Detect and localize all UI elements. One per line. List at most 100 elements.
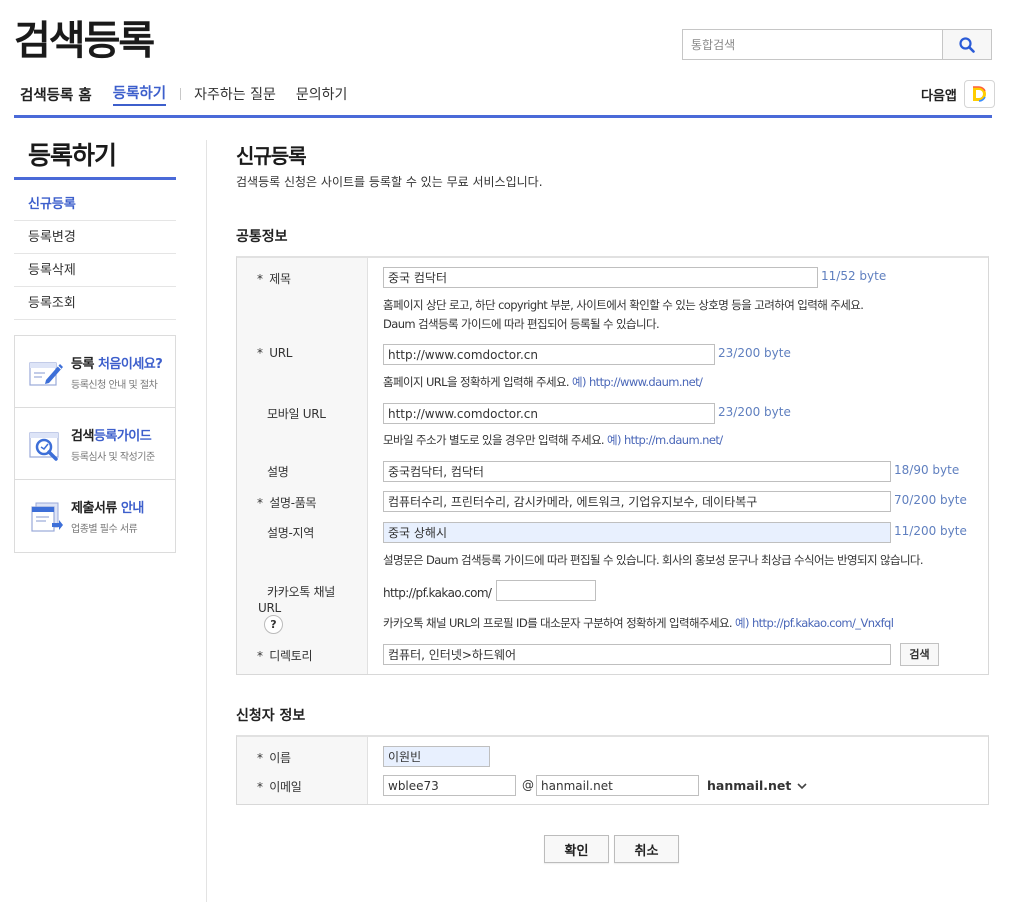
mobile-url-input[interactable] [383, 403, 715, 424]
kakao-help-button[interactable]: ? [264, 615, 283, 634]
description-region-label: 설명-지역 [267, 526, 314, 540]
mobile-url-help: 모바일 주소가 별도로 있을 경우만 입력해 주세요. 예) http://m.… [383, 433, 723, 447]
email-domain-select[interactable]: hanmail.net [707, 778, 808, 793]
directory-search-button[interactable]: 검색 [900, 643, 939, 666]
daum-app-icon [963, 80, 995, 108]
url-input[interactable] [383, 344, 715, 365]
directory-label: * 디렉토리 [257, 649, 313, 663]
common-info-form: * 제목 * URL 모바일 URL 설명 * 설명-품목 설명-지역 카카오톡… [236, 256, 989, 675]
kakao-example: 예) http://pf.kakao.com/_Vnxfql [731, 616, 894, 630]
email-domain-input[interactable] [536, 775, 699, 796]
guide-first-time[interactable]: 등록 처음이세요? 등록신청 안내 및 절차 [15, 336, 175, 408]
required-mark: * [257, 751, 263, 765]
search-icon [959, 36, 975, 53]
nav-faq-link[interactable]: 자주하는 질문 [194, 84, 276, 104]
nav-register-link[interactable]: 등록하기 [112, 82, 167, 106]
title-input[interactable] [383, 267, 818, 288]
mobile-url-example: 예) http://m.daum.net/ [604, 433, 723, 447]
sidebar-item-change[interactable]: 등록변경 [14, 221, 176, 254]
required-mark: * [257, 649, 263, 663]
pen-icon [29, 361, 63, 386]
guide-documents-sub: 업종별 필수 서류 [71, 524, 138, 535]
description-byte-count: 18/90 byte [894, 463, 960, 477]
magnifier-icon [29, 431, 59, 461]
url-example: 예) http://www.daum.net/ [569, 375, 703, 389]
guide-documents[interactable]: 제출서류 안내 업종별 필수 서류 [15, 480, 175, 552]
common-info-fields: 11/52 byte 홈페이지 상단 로고, 하단 copyright 부분, … [368, 258, 988, 674]
guide-documents-title-a: 제출서류 [71, 501, 121, 516]
daum-app-link[interactable]: 다음앱 [921, 80, 995, 108]
directory-input[interactable] [383, 644, 891, 665]
kakao-channel-input[interactable] [496, 580, 596, 601]
guide-register-guide-title-b: 등록가이드 [93, 428, 152, 444]
nav-divider [180, 88, 182, 100]
sidebar-item-new[interactable]: 신규등록 [14, 188, 176, 221]
header-divider [14, 115, 992, 118]
title-byte-count: 11/52 byte [821, 269, 887, 283]
guide-register-guide-title-a: 검색 [71, 428, 94, 444]
sidebar-title-underline [14, 177, 176, 180]
description-help: 설명문은 Daum 검색등록 가이드에 따라 편집될 수 있습니다. 회사의 홍… [383, 553, 924, 567]
description-region-byte-count: 11/200 byte [894, 524, 967, 538]
required-mark: * [257, 346, 263, 360]
form-buttons: 확인 취소 [544, 835, 679, 863]
description-label: 설명 [267, 465, 289, 479]
daum-app-label: 다음앱 [921, 88, 957, 104]
sidebar-item-delete[interactable]: 등록삭제 [14, 254, 176, 287]
sidebar-item-lookup[interactable]: 등록조회 [14, 287, 176, 320]
guide-documents-text: 제출서류 안내 업종별 필수 서류 [71, 497, 144, 535]
kakao-channel-label: 카카오톡 채널 [267, 585, 335, 599]
name-label: * 이름 [257, 751, 291, 765]
guide-box: 등록 처음이세요? 등록신청 안내 및 절차 검색등록가이드 등록심사 및 작성… [14, 335, 176, 553]
kakao-channel-label-url: URL [258, 601, 281, 615]
guide-first-time-title-a: 등록 [71, 356, 98, 372]
email-id-input[interactable] [383, 775, 516, 796]
kakao-help: 카카오톡 채널 URL의 프로필 ID를 대소문자 구분하여 정확하게 입력해주… [383, 616, 894, 630]
sidebar-title: 등록하기 [28, 141, 117, 170]
guide-first-time-sub: 등록신청 안내 및 절차 [71, 379, 158, 391]
required-mark: * [257, 780, 263, 794]
guide-first-time-text: 등록 처음이세요? 등록신청 안내 및 절차 [71, 353, 163, 391]
url-byte-count: 23/200 byte [718, 346, 791, 360]
page-title: 신규등록 [236, 144, 307, 168]
required-mark: * [257, 272, 263, 286]
guide-first-time-title-b: 처음이세요? [97, 356, 163, 372]
applicant-info-labels: * 이름 * 이메일 [237, 737, 368, 804]
confirm-button[interactable]: 확인 [544, 835, 609, 863]
search-button[interactable] [942, 30, 991, 59]
mobile-url-byte-count: 23/200 byte [718, 405, 791, 419]
guide-register-guide[interactable]: 검색등록가이드 등록심사 및 작성기준 [15, 408, 175, 480]
title-label: * 제목 [257, 272, 291, 286]
title-help-2: Daum 검색등록 가이드에 따라 편집되어 등록될 수 있습니다. [383, 317, 660, 331]
top-nav: 검색등록 홈 등록하기 자주하는 질문 문의하기 [20, 82, 367, 106]
nav-home-link[interactable]: 검색등록 홈 [20, 84, 92, 105]
guide-register-guide-text: 검색등록가이드 등록심사 및 작성기준 [71, 425, 155, 463]
mobile-url-label: 모바일 URL [267, 407, 326, 421]
site-logo[interactable]: 검색등록 [14, 16, 155, 66]
description-product-byte-count: 70/200 byte [894, 493, 967, 507]
documents-icon [31, 502, 63, 532]
name-input[interactable] [383, 746, 490, 767]
nav-contact-link[interactable]: 문의하기 [296, 84, 348, 104]
common-info-title: 공통정보 [236, 229, 288, 245]
guide-documents-title-b: 안내 [120, 501, 144, 516]
search-box [682, 29, 992, 60]
applicant-info-title: 신청자 정보 [236, 708, 306, 724]
sidebar-divider [206, 140, 207, 902]
chevron-down-icon [797, 782, 807, 789]
common-info-labels: * 제목 * URL 모바일 URL 설명 * 설명-품목 설명-지역 카카오톡… [237, 258, 368, 674]
email-domain-select-value: hanmail.net [707, 778, 792, 793]
applicant-info-fields: @ hanmail.net [368, 737, 988, 804]
applicant-info-form: * 이름 * 이메일 @ hanmail.net [236, 735, 989, 805]
description-input[interactable] [383, 461, 891, 482]
kakao-url-prefix: http://pf.kakao.com/ [383, 586, 492, 600]
url-label: * URL [257, 346, 293, 360]
description-product-input[interactable] [383, 491, 891, 512]
cancel-button[interactable]: 취소 [614, 835, 679, 863]
title-help-1: 홈페이지 상단 로고, 하단 copyright 부분, 사이트에서 확인할 수… [383, 298, 864, 312]
sidebar-menu: 신규등록 등록변경 등록삭제 등록조회 [14, 188, 176, 320]
description-product-label: * 설명-품목 [257, 496, 317, 510]
required-mark: * [257, 496, 263, 510]
description-region-input[interactable] [383, 522, 891, 543]
search-input[interactable] [683, 30, 942, 59]
